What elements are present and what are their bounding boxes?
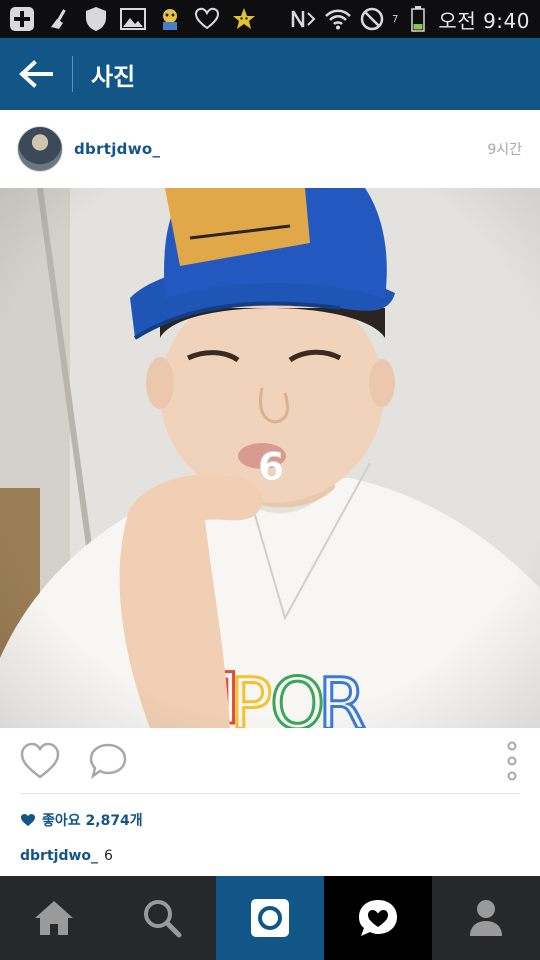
post-username[interactable]: dbrtjdwo_ [74,140,160,158]
caption-text: 6 [104,848,113,864]
profile-icon [470,900,502,936]
battery-icon [404,5,432,33]
instagram-photo-screen: 7 오전 9:40 사진 dbrtjdwo_ 9시간 좋아요 2,874개 db… [0,0,540,960]
caption-username[interactable]: dbrtjdwo_ [20,848,98,864]
gallery-icon [119,5,147,33]
add-notification-icon [8,5,36,33]
bottom-navigation [0,876,540,960]
actions-divider [20,793,520,794]
speech-bubble-icon [89,743,127,779]
comment-button[interactable] [84,737,132,785]
cleaner-icon [45,5,73,33]
likes-count[interactable]: 좋아요 2,874개 [20,810,143,830]
nav-camera[interactable] [216,876,324,960]
no-signal-icon [358,5,386,33]
post-actions [0,728,540,794]
page-title: 사진 [91,62,136,91]
status-bar: 7 오전 9:40 [0,0,540,38]
network-indicator: 7 [392,13,399,25]
search-icon [144,900,182,938]
shield-icon [82,5,110,33]
vertical-dots-icon [507,741,517,781]
nav-activity[interactable] [324,876,432,960]
character-icon [156,5,184,33]
post-photo[interactable]: I M P O R 6 [0,188,540,728]
heart-outline-icon [20,742,60,779]
heart-app-icon [193,5,221,33]
avatar[interactable] [17,126,63,172]
back-arrow-icon [19,60,53,88]
wifi-icon [324,5,352,33]
back-button[interactable] [0,38,72,110]
app-header: 사진 [0,38,540,110]
header-divider [72,56,73,92]
nav-profile[interactable] [432,876,540,960]
camera-icon [251,899,289,937]
post-time: 9시간 [487,142,522,158]
nav-home[interactable] [0,876,108,960]
nfc-icon [290,5,318,33]
activity-heart-icon [359,900,397,936]
photo-illustration: I M P O R 6 [0,188,540,728]
post-header: dbrtjdwo_ 9시간 [0,110,540,188]
nav-search[interactable] [108,876,216,960]
post-caption: dbrtjdwo_ 6 [20,848,113,864]
heart-filled-icon [21,814,35,826]
like-button[interactable] [16,737,64,785]
clock: 오전 9:40 [438,8,530,33]
more-options-button[interactable] [488,737,536,785]
star-icon [230,5,258,33]
home-icon [35,901,73,935]
likes-label: 좋아요 2,874개 [42,813,143,829]
